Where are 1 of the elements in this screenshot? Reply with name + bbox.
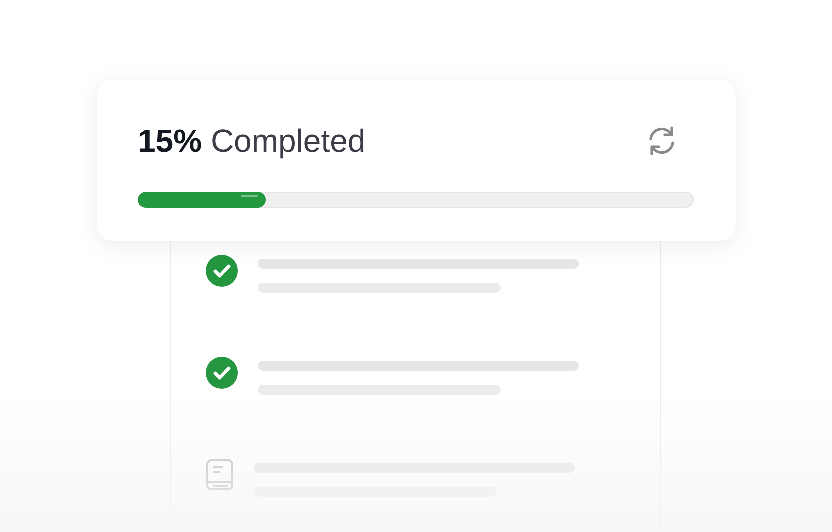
progress-title: 15% Completed xyxy=(138,122,366,160)
